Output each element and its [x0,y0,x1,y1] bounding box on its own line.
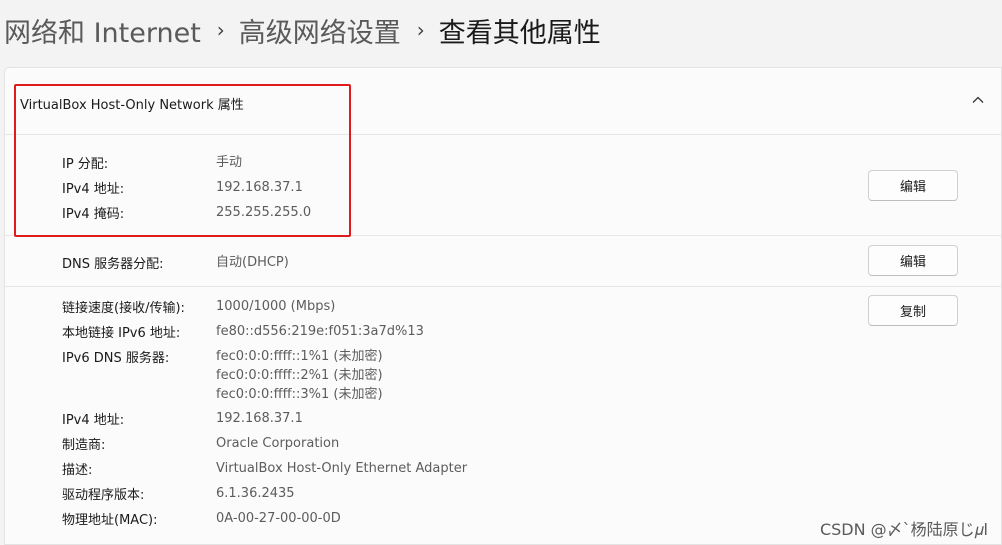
breadcrumb-network-internet[interactable]: 网络和 Internet [4,11,201,50]
watermark: CSDN @〆`杨陆原じ𝜇l [819,520,988,539]
copy-button[interactable]: 复制 [868,295,958,326]
dns-assignment-label: DNS 服务器分配: [62,257,164,272]
driver-version-label: 驱动程序版本: [62,488,145,503]
breadcrumb: 网络和 Internet › 高级网络设置 › 查看其他属性 [4,10,601,50]
ipv4-address-value: 192.168.37.1 [216,180,303,195]
link-speed-label: 链接速度(接收/传输): [62,301,185,316]
mac-address-label: 物理地址(MAC): [62,513,158,528]
ipv4-address-detail-value: 192.168.37.1 [216,411,303,426]
ipv4-address-label: IPv4 地址: [62,182,125,197]
card-header[interactable]: VirtualBox Host-Only Network 属性 [5,68,1001,135]
breadcrumb-advanced-network-settings[interactable]: 高级网络设置 [239,11,401,50]
details-section: 复制 链接速度(接收/传输): 1000/1000 (Mbps) 本地链接 IP… [5,287,1001,545]
ipv6-dns-value: fec0:0:0:ffff::1%1 (未加密) [216,349,383,364]
ipv6-dns-label: IPv6 DNS 服务器: [62,351,170,366]
ipv4-address-detail-label: IPv4 地址: [62,413,125,428]
description-label: 描述: [62,463,93,478]
ipv4-mask-value: 255.255.255.0 [216,205,312,220]
driver-version-value: 6.1.36.2435 [216,486,295,501]
ipv6-dns-value: fec0:0:0:ffff::2%1 (未加密) [216,368,383,383]
manufacturer-value: Oracle Corporation [216,436,340,451]
ipv6-dns-value: fec0:0:0:ffff::3%1 (未加密) [216,387,383,402]
dns-section: DNS 服务器分配: 自动(DHCP) 编辑 [5,236,1001,287]
dns-assignment-value: 自动(DHCP) [216,255,289,270]
ipv6-link-local-value: fe80::d556:219e:f051:3a7d%13 [216,324,424,339]
chevron-right-icon: › [216,18,225,42]
page-title: 查看其他属性 [438,17,601,49]
ipv6-link-local-label: 本地链接 IPv6 地址: [62,326,181,341]
chevron-up-icon[interactable] [970,92,986,108]
mac-address-value: 0A-00-27-00-00-0D [216,511,341,526]
ip-assignment-label: IP 分配: [62,157,109,172]
chevron-right-icon: › [416,18,425,42]
manufacturer-label: 制造商: [62,438,106,453]
adapter-properties-card: VirtualBox Host-Only Network 属性 IP 分配: 手… [4,67,1002,545]
ip-edit-button[interactable]: 编辑 [868,170,958,201]
description-value: VirtualBox Host-Only Ethernet Adapter [216,461,468,476]
dns-edit-button[interactable]: 编辑 [868,245,958,276]
ip-settings-section: IP 分配: 手动 IPv4 地址: 192.168.37.1 IPv4 掩码:… [5,135,1001,236]
link-speed-value: 1000/1000 (Mbps) [216,299,336,314]
ipv6-dns-values: fec0:0:0:ffff::1%1 (未加密) fec0:0:0:ffff::… [216,347,383,404]
ip-assignment-value: 手动 [216,155,243,170]
ipv4-mask-label: IPv4 掩码: [62,207,125,222]
card-title: VirtualBox Host-Only Network 属性 [20,98,244,113]
